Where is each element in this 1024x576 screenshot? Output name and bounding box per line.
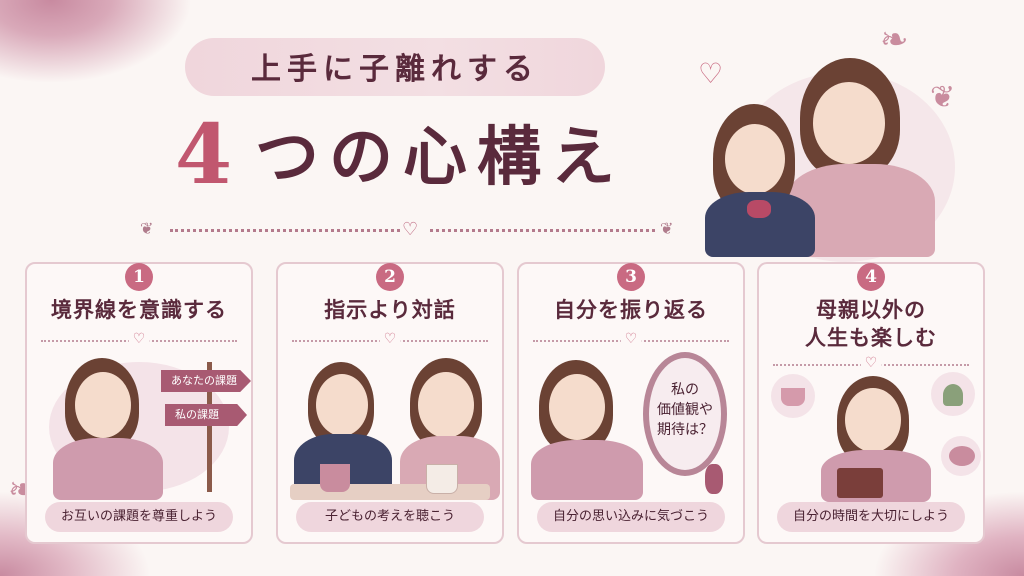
- subtitle: 上手に子離れする: [251, 52, 539, 87]
- heart-icon: ♡: [860, 355, 882, 371]
- leaf-left-icon: ❦: [140, 219, 154, 238]
- palette-icon: [949, 446, 975, 466]
- woman-with-signpost-illustration: あなたの課題 私の課題: [39, 352, 251, 500]
- card-title: 指示より対話: [324, 298, 456, 322]
- title-number: 4: [175, 107, 233, 203]
- leaf-right-icon: ❦: [660, 219, 674, 238]
- cup-icon: [320, 464, 350, 492]
- title-text: つの心構え: [255, 121, 625, 195]
- book-icon: [837, 468, 883, 498]
- mirror-line-1: 私の: [671, 382, 699, 398]
- mirror-line-2: 価値観や: [657, 402, 713, 418]
- card-number: 3: [617, 263, 645, 291]
- card-title: 自分を振り返る: [554, 298, 708, 322]
- card-number: 1: [125, 263, 153, 291]
- sign-my-task: 私の課題: [165, 404, 247, 426]
- card-number: 2: [376, 263, 404, 291]
- leaves-icon: ❦: [930, 80, 956, 115]
- card-1: 1 境界線を意識する ♡ あなたの課題 私の課題 お互いの課題を尊重しよう: [25, 262, 253, 544]
- teacup-icon: [781, 388, 805, 406]
- card-4: 4 母親以外の 人生も楽しむ ♡ 自分の時間を大切にしよう: [757, 262, 985, 544]
- card-caption: 自分の思い込みに気づこう: [537, 502, 725, 532]
- card-number: 4: [857, 263, 885, 291]
- mirror-line-3: 期待は？: [657, 422, 713, 438]
- mirror: 私の 価値観や 期待は？: [643, 352, 727, 476]
- mother-daughter-talking-illustration: [290, 352, 500, 500]
- card-title-line-2: 人生も楽しむ: [805, 326, 937, 350]
- card-caption: お互いの課題を尊重しよう: [45, 502, 233, 532]
- heart-icon: ♡: [379, 331, 401, 347]
- card-3: 3 自分を振り返る ♡ 私の 価値観や 期待は？ 自分の思い込みに気づこう: [517, 262, 745, 544]
- leaves-icon: ❧: [880, 20, 909, 60]
- card-title: 母親以外の 人生も楽しむ: [759, 296, 983, 352]
- header-divider: ❦ ♡ ❦: [140, 219, 680, 240]
- vase-icon: [705, 464, 723, 494]
- card-caption: 子どもの考えを聴こう: [296, 502, 484, 532]
- plant-icon: [943, 384, 963, 406]
- card-title: 境界線を意識する: [51, 298, 227, 322]
- sign-your-task: あなたの課題: [161, 370, 251, 392]
- woman-at-mirror-illustration: 私の 価値観や 期待は？: [531, 352, 731, 500]
- heart-icon: ♡: [402, 219, 419, 240]
- main-title: 4 つの心構え: [175, 110, 695, 200]
- card-title-line-1: 母親以外の: [816, 298, 926, 322]
- card-caption: 自分の時間を大切にしよう: [777, 502, 965, 532]
- cup-icon: [426, 464, 458, 494]
- heart-icon: ♡: [128, 331, 150, 347]
- card-2: 2 指示より対話 ♡ 子どもの考えを聴こう: [276, 262, 504, 544]
- mother-daughter-illustration: [705, 52, 965, 262]
- heart-icon: ♡: [620, 331, 642, 347]
- woman-reading-illustration: [771, 372, 981, 502]
